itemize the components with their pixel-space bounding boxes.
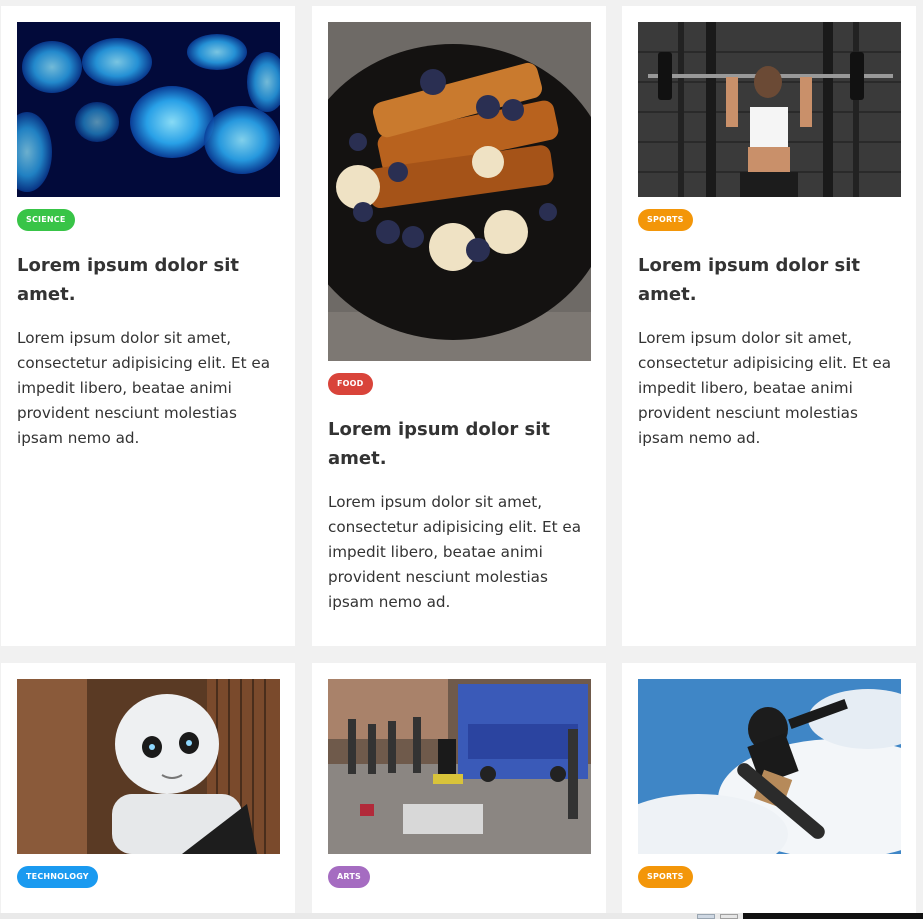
article-card[interactable]: TECHNOLOGY [1, 663, 295, 919]
french-toast-image[interactable] [328, 22, 591, 361]
article-card[interactable]: SCIENCE Lorem ipsum dolor sit amet. Lore… [1, 6, 295, 646]
breakdancer-image[interactable] [328, 679, 591, 854]
article-card[interactable]: FOOD Lorem ipsum dolor sit amet. Lorem i… [312, 6, 606, 646]
snowboarder-image[interactable] [638, 679, 901, 854]
category-badge[interactable]: SCIENCE [17, 209, 75, 231]
category-badge[interactable]: SPORTS [638, 866, 693, 888]
taskbar-strip [0, 913, 923, 919]
article-description: Lorem ipsum dolor sit amet, consectetur … [638, 329, 892, 447]
category-badge[interactable]: FOOD [328, 373, 373, 395]
category-badge[interactable]: ARTS [328, 866, 371, 888]
weightlifting-image[interactable] [638, 22, 901, 197]
jellyfish-image[interactable] [17, 22, 280, 197]
article-card[interactable]: SPORTS [622, 663, 916, 919]
article-title[interactable]: Lorem ipsum dolor sit amet. [328, 415, 591, 473]
taskbar-dark-area [743, 913, 923, 919]
taskbar-button[interactable] [697, 914, 715, 919]
article-title[interactable]: Lorem ipsum dolor sit amet. [17, 251, 280, 309]
category-badge[interactable]: SPORTS [638, 209, 693, 231]
article-card[interactable]: SPORTS Lorem ipsum dolor sit amet. Lorem… [622, 6, 916, 646]
article-title[interactable]: Lorem ipsum dolor sit amet. [638, 251, 901, 309]
article-description: Lorem ipsum dolor sit amet, consectetur … [328, 493, 582, 611]
robot-image[interactable] [17, 679, 280, 854]
article-card[interactable]: ARTS [312, 663, 606, 919]
articles-grid: SCIENCE Lorem ipsum dolor sit amet. Lore… [0, 0, 923, 919]
taskbar-button[interactable] [720, 914, 738, 919]
category-badge[interactable]: TECHNOLOGY [17, 866, 98, 888]
article-description: Lorem ipsum dolor sit amet, consectetur … [17, 329, 271, 447]
